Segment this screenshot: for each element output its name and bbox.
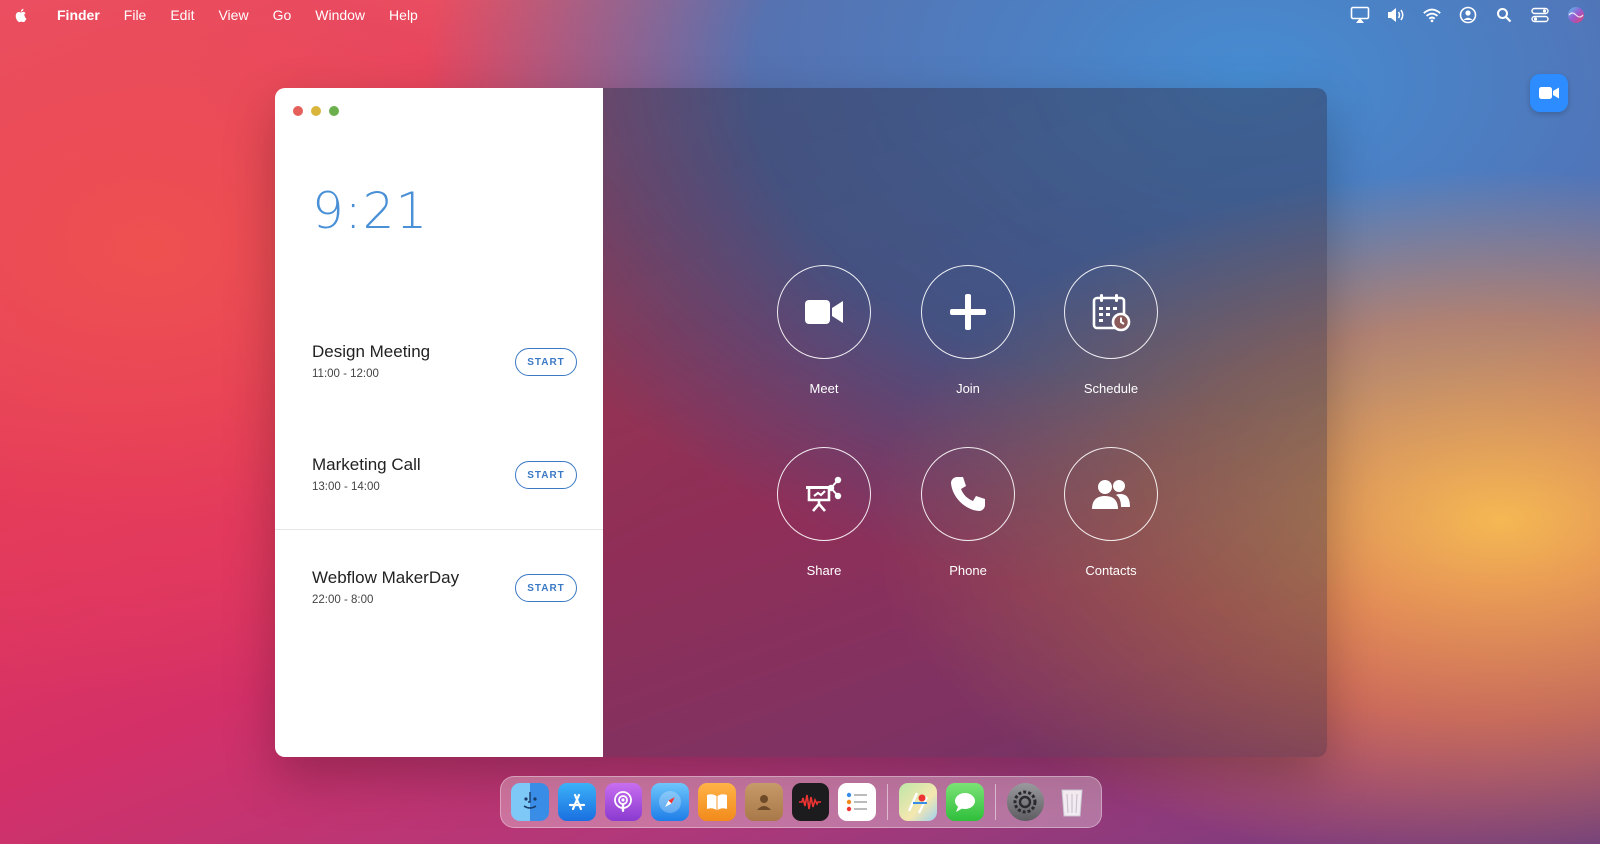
window-controls — [293, 106, 339, 116]
control-center-icon[interactable] — [1530, 5, 1550, 25]
meeting-title: Webflow MakerDay — [312, 568, 460, 587]
menu-help[interactable]: Help — [389, 7, 418, 23]
search-icon[interactable] — [1494, 5, 1514, 25]
actions-pane: Meet Join Schedule Share Phone Contacts — [603, 88, 1327, 757]
dock-separator — [994, 784, 996, 820]
contacts-label: Contacts — [1085, 563, 1137, 578]
share-screen-icon — [806, 476, 842, 512]
apple-icon[interactable] — [13, 7, 29, 23]
meet-button[interactable] — [777, 265, 871, 359]
menu-edit[interactable]: Edit — [170, 7, 194, 23]
trash-icon[interactable] — [1053, 783, 1091, 821]
status-area — [1350, 0, 1586, 30]
menu-file[interactable]: File — [124, 7, 147, 23]
reminders-icon[interactable] — [838, 783, 876, 821]
contacts-action[interactable]: Contacts — [1051, 447, 1171, 578]
plus-icon — [950, 294, 986, 330]
airplay-icon[interactable] — [1350, 5, 1370, 25]
share-label: Share — [806, 563, 842, 578]
meeting-time: 22:00 - 8:00 — [312, 594, 374, 606]
messages-icon[interactable] — [945, 783, 984, 821]
app-store-icon[interactable] — [557, 783, 596, 821]
contacts-icon — [1092, 480, 1130, 509]
contacts-button[interactable] — [1064, 447, 1158, 541]
menu-bar: Finder File Edit View Go Window Help — [0, 0, 1600, 30]
start-meeting-button[interactable]: START — [515, 348, 577, 376]
books-icon[interactable] — [698, 783, 736, 821]
dock — [500, 776, 1102, 828]
phone-icon — [951, 477, 985, 511]
wifi-icon[interactable] — [1422, 5, 1442, 25]
meetings-pane: 9:21 Design Meeting 11:00 - 12:00 START … — [275, 88, 603, 757]
join-action[interactable]: Join — [908, 265, 1028, 396]
join-label: Join — [956, 381, 980, 396]
phone-label: Phone — [949, 563, 987, 578]
menu-app-name[interactable]: Finder — [57, 7, 100, 23]
system-preferences-icon[interactable] — [1006, 783, 1045, 821]
share-action[interactable]: Share — [764, 447, 884, 578]
video-camera-icon — [805, 300, 843, 324]
meeting-time: 13:00 - 14:00 — [312, 481, 380, 493]
zoom-video-icon[interactable] — [1530, 74, 1568, 112]
menu-window[interactable]: Window — [315, 7, 365, 23]
clock-time: 9:21 — [312, 182, 429, 240]
phone-button[interactable] — [921, 447, 1015, 541]
user-account-icon[interactable] — [1458, 5, 1478, 25]
maps-icon[interactable] — [899, 783, 937, 821]
safari-icon[interactable] — [651, 783, 689, 821]
meet-label: Meet — [809, 381, 839, 396]
finder-icon[interactable] — [511, 783, 549, 821]
voice-memos-icon[interactable] — [791, 783, 830, 821]
meeting-item: Marketing Call 13:00 - 14:00 START — [312, 455, 577, 505]
menu-view[interactable]: View — [218, 7, 248, 23]
schedule-label: Schedule — [1083, 381, 1139, 396]
calendar-clock-icon — [1092, 294, 1131, 332]
zoom-window-button[interactable] — [329, 106, 339, 116]
share-button[interactable] — [777, 447, 871, 541]
meeting-item: Design Meeting 11:00 - 12:00 START — [312, 342, 577, 392]
meet-action[interactable]: Meet — [764, 265, 884, 396]
meeting-item: Webflow MakerDay 22:00 - 8:00 START — [312, 568, 577, 618]
contacts-app-icon[interactable] — [744, 783, 783, 821]
phone-action[interactable]: Phone — [908, 447, 1028, 578]
schedule-action[interactable]: Schedule — [1051, 265, 1171, 396]
start-meeting-button[interactable]: START — [515, 574, 577, 602]
podcasts-icon[interactable] — [604, 783, 643, 821]
join-button[interactable] — [921, 265, 1015, 359]
meeting-title: Design Meeting — [312, 342, 431, 361]
schedule-button[interactable] — [1064, 265, 1158, 359]
close-window-button[interactable] — [293, 106, 303, 116]
minimize-window-button[interactable] — [311, 106, 321, 116]
menu-go[interactable]: Go — [273, 7, 292, 23]
volume-icon[interactable] — [1386, 5, 1406, 25]
meeting-title: Marketing Call — [312, 455, 421, 474]
zoom-window: 9:21 Design Meeting 11:00 - 12:00 START … — [275, 88, 1327, 757]
start-meeting-button[interactable]: START — [515, 461, 577, 489]
dock-separator — [887, 784, 888, 820]
siri-icon[interactable] — [1566, 5, 1586, 25]
meeting-time: 11:00 - 12:00 — [312, 368, 379, 380]
divider — [275, 529, 603, 530]
